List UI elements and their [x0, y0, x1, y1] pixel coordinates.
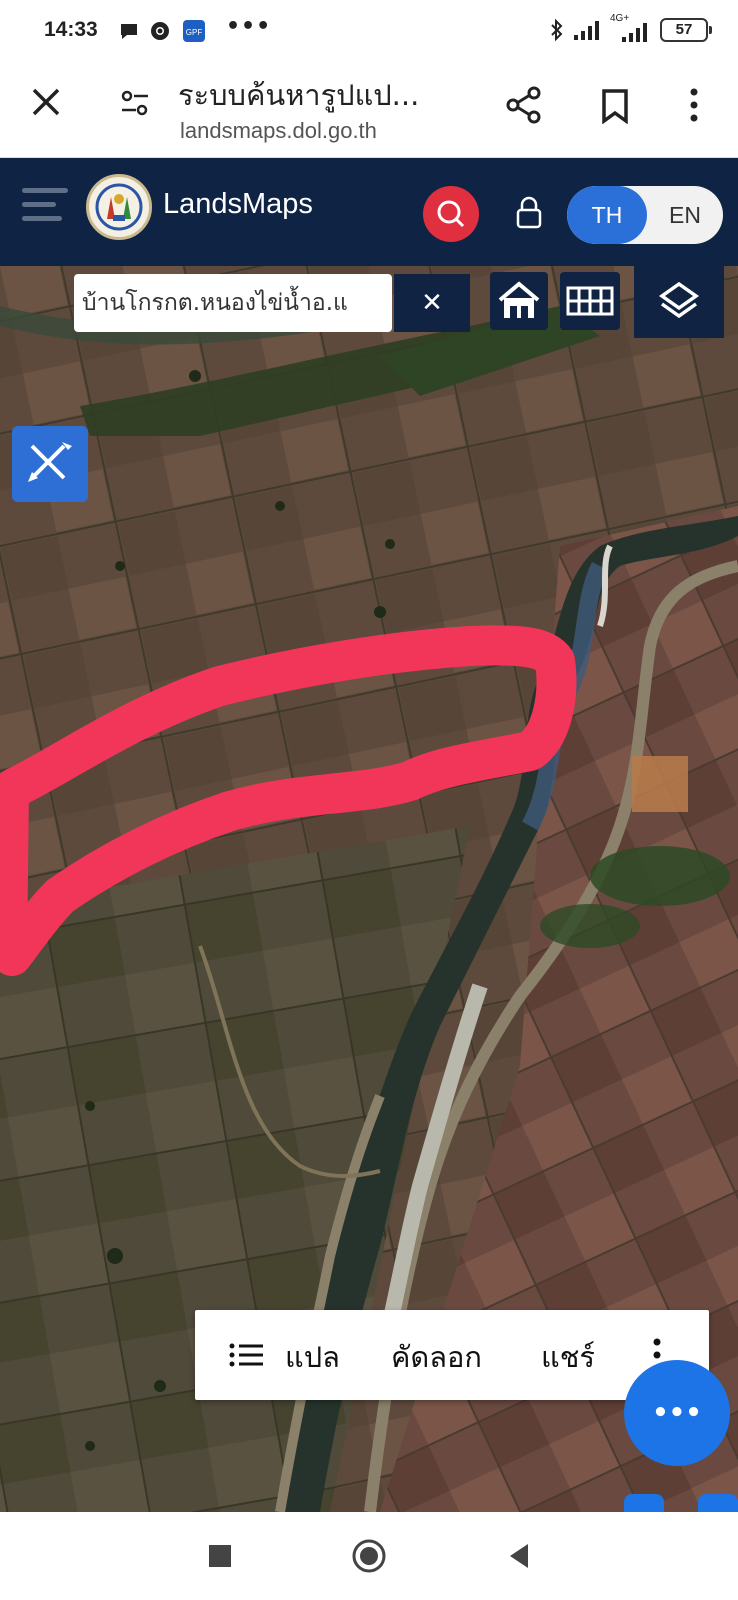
status-right: 4G+ 57 [550, 13, 712, 44]
grid-icon [566, 286, 614, 316]
site-settings-icon[interactable] [118, 86, 152, 120]
lock-icon[interactable] [514, 196, 544, 230]
floating-action-button[interactable]: ••• [624, 1360, 730, 1466]
gpf-app-icon: GPF [183, 20, 205, 42]
search-icon [437, 200, 465, 228]
menu-item-share[interactable]: แชร์ [541, 1334, 595, 1380]
more-horiz-icon: ••• [652, 1398, 702, 1428]
close-icon[interactable] [28, 84, 64, 120]
map-search-input[interactable] [74, 274, 392, 332]
lang-th-button[interactable]: TH [567, 186, 647, 244]
back-icon[interactable] [500, 1536, 540, 1576]
status-bar: 14:33 GPF ••• 4G+ 57 [0, 0, 738, 62]
status-time: 14:33 [44, 18, 98, 41]
page-title: ระบบค้นหารูปแป... [178, 78, 420, 112]
app-header: LandsMaps TH EN [0, 158, 738, 266]
hamburger-menu-icon[interactable] [22, 188, 68, 224]
more-vert-icon[interactable] [682, 86, 706, 124]
share-icon[interactable] [505, 86, 543, 124]
map-search-clear-button[interactable]: ✕ [394, 274, 470, 332]
fab-base [624, 1494, 738, 1512]
ruler-pencil-icon [28, 442, 72, 482]
svg-text:GPF: GPF [186, 28, 203, 37]
bookmark-icon[interactable] [600, 88, 630, 124]
recents-icon[interactable] [200, 1536, 240, 1576]
signal-icon [574, 21, 599, 40]
brand-name: LandsMaps [163, 188, 313, 220]
clear-icon: ✕ [421, 288, 443, 318]
list-icon[interactable] [229, 1342, 265, 1368]
layers-button[interactable] [634, 266, 724, 338]
search-button[interactable] [423, 186, 479, 242]
home-nav-icon[interactable] [349, 1536, 389, 1576]
status-more-icon: ••• [226, 14, 272, 39]
menu-item-copy[interactable]: คัดลอก [391, 1334, 482, 1380]
home-button[interactable] [490, 272, 548, 330]
language-toggle[interactable]: TH EN [567, 186, 723, 244]
chat-bubble-icon [121, 24, 137, 39]
page-url[interactable]: landsmaps.dol.go.th [180, 118, 377, 144]
lang-en-button[interactable]: EN [647, 186, 723, 244]
satellite-map[interactable]: ✕ แปล คัดลอก แชร์ ••• [0, 266, 738, 1512]
dol-logo [86, 174, 152, 240]
bluetooth-icon [551, 18, 563, 42]
android-nav-bar [0, 1512, 738, 1600]
home-icon [498, 281, 540, 318]
layers-icon [658, 281, 700, 319]
battery-indicator: 57 [660, 18, 712, 42]
browser-bar: ระบบค้นหารูปแป... landsmaps.dol.go.th [0, 62, 738, 158]
menu-item-parcel[interactable]: แปล [285, 1334, 340, 1380]
grid-button[interactable] [560, 272, 620, 330]
chrome-icon [151, 22, 169, 40]
draw-tools-button[interactable] [12, 426, 88, 502]
4g-signal-icon: 4G+ [610, 13, 652, 43]
